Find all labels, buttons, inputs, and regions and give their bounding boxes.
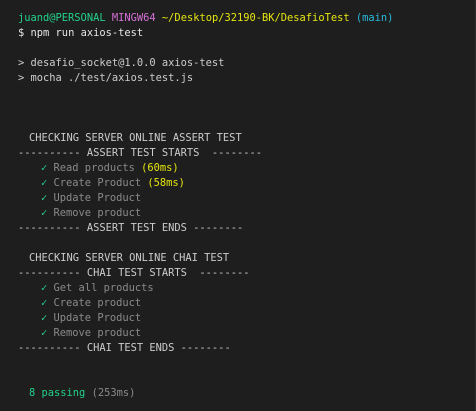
assert-suite-title: CHECKING SERVER ONLINE ASSERT TEST: [29, 132, 242, 144]
test-name: Remove product: [53, 327, 142, 339]
check-icon: ✓: [41, 162, 48, 174]
test-name: Get all products: [53, 282, 154, 294]
prompt-user: juand@PERSONAL: [18, 12, 106, 24]
command-text: npm run axios-test: [30, 27, 144, 39]
assert-suite-ends: ---------- ASSERT TEST ENDS --------: [18, 222, 244, 234]
test-result-row: ✓ Read products (60ms): [41, 161, 179, 176]
test-name: Create Product: [53, 177, 142, 189]
test-name: Remove product: [53, 207, 142, 219]
test-name: Read products: [53, 162, 135, 174]
prompt-symbol: $: [18, 27, 25, 39]
test-name: Update Product: [53, 312, 142, 324]
test-result-row: ✓ Remove product: [41, 326, 141, 341]
npm-output-line-2: > mocha ./test/axios.test.js: [18, 72, 194, 84]
test-duration: (60ms): [141, 162, 179, 174]
test-name: Create product: [53, 297, 142, 309]
prompt-shell: MINGW64: [111, 12, 156, 24]
check-icon: ✓: [41, 312, 48, 324]
check-icon: ✓: [41, 282, 48, 294]
test-result-row: ✓ Update Product: [41, 311, 141, 326]
assert-suite-starts: ---------- ASSERT TEST STARTS --------: [18, 147, 262, 159]
chai-suite-title: CHECKING SERVER ONLINE CHAI TEST: [29, 252, 230, 264]
test-name: Update Product: [53, 192, 142, 204]
test-result-row: ✓ Create Product (58ms): [41, 176, 185, 191]
test-result-row: ✓ Update Product: [41, 191, 141, 206]
terminal-window[interactable]: juand@PERSONAL MINGW64 ~/Desktop/32190-B…: [0, 0, 476, 411]
command-line: $ npm run axios-test: [18, 26, 143, 41]
test-result-row: ✓ Create product: [41, 296, 141, 311]
test-result-row: ✓ Get all products: [41, 281, 154, 296]
check-icon: ✓: [41, 207, 48, 219]
prompt-line: juand@PERSONAL MINGW64 ~/Desktop/32190-B…: [18, 11, 393, 26]
check-icon: ✓: [41, 297, 48, 309]
passing-count: 8 passing: [29, 387, 86, 399]
summary-line: 8 passing (253ms): [29, 386, 135, 401]
prompt-path: ~/Desktop/32190-BK/DesafioTest: [161, 12, 350, 24]
total-time: (253ms): [91, 387, 136, 399]
npm-output-line-1: > desafio_socket@1.0.0 axios-test: [18, 57, 225, 69]
check-icon: ✓: [41, 192, 48, 204]
check-icon: ✓: [41, 327, 48, 339]
prompt-branch: (main): [355, 12, 394, 24]
chai-suite-starts: ---------- CHAI TEST STARTS --------: [18, 267, 250, 279]
chai-suite-ends: ---------- CHAI TEST ENDS --------: [18, 342, 231, 354]
test-duration: (58ms): [147, 177, 185, 189]
test-result-row: ✓ Remove product: [41, 206, 141, 221]
check-icon: ✓: [41, 177, 48, 189]
